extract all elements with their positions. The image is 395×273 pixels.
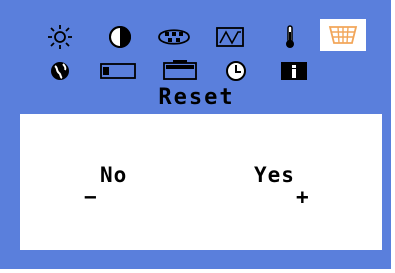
menu-title: Reset [158,85,235,110]
yes-option-symbol[interactable]: + [296,186,310,208]
color-temperature-icon[interactable] [278,24,302,50]
language-globe-icon[interactable] [44,58,76,84]
image-setup-icon[interactable] [156,24,192,50]
osd-timeout-icon[interactable] [220,58,252,84]
v-position-icon[interactable] [160,58,200,84]
no-option-symbol[interactable]: − [84,186,98,208]
yes-option-label[interactable]: Yes [254,164,295,186]
contrast-icon[interactable] [104,24,136,50]
reset-options-icon[interactable] [320,19,366,51]
osd-menu: Reset No − Yes + [0,0,393,271]
reset-options-panel: No − Yes + [20,114,382,250]
brightness-icon[interactable] [44,24,76,50]
no-option-label[interactable]: No [100,164,127,186]
information-icon[interactable] [276,58,312,84]
waveform-icon[interactable] [214,24,246,50]
h-position-icon[interactable] [98,58,138,84]
